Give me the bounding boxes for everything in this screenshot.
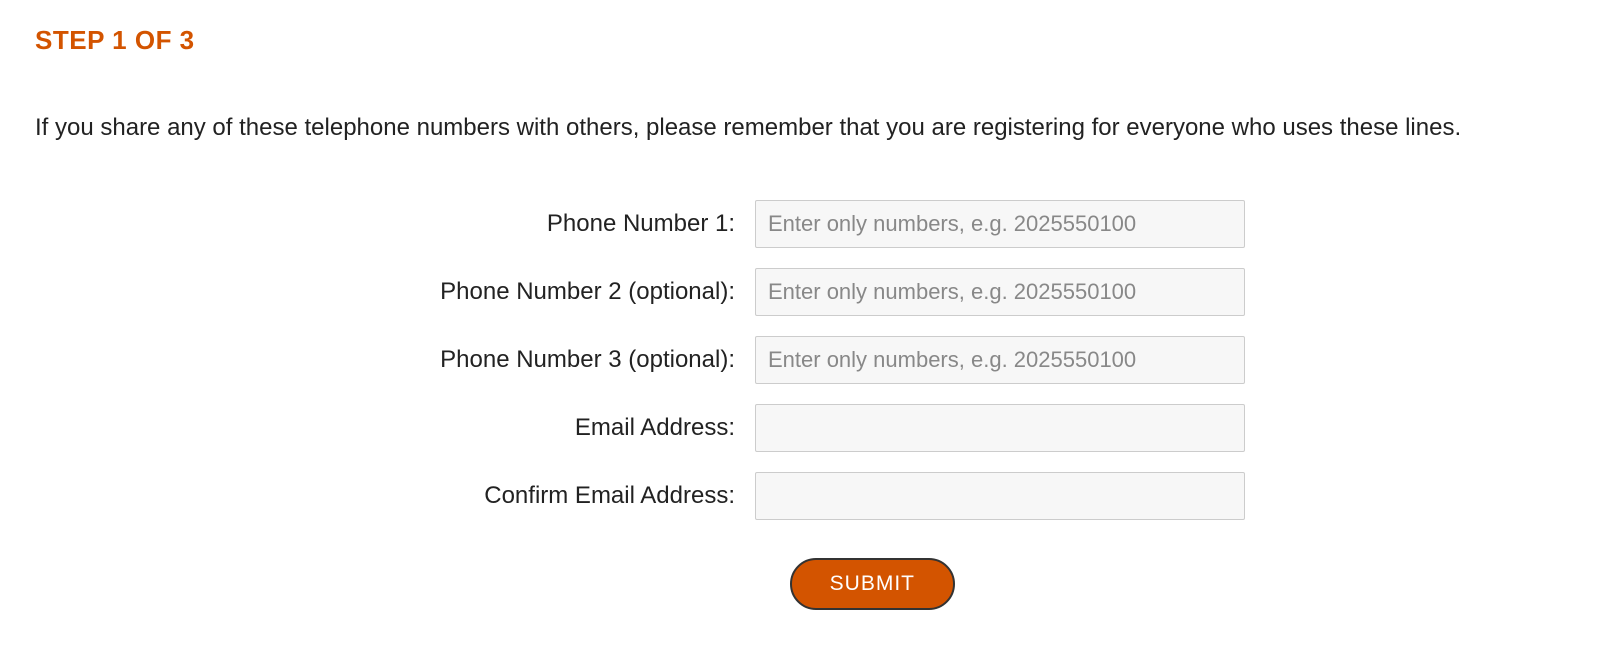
registration-form: Phone Number 1: Phone Number 2 (optional… xyxy=(35,200,1565,610)
instruction-text: If you share any of these telephone numb… xyxy=(35,111,1565,145)
submit-button[interactable]: SUBMIT xyxy=(790,558,955,610)
email-label: Email Address: xyxy=(355,414,735,442)
form-row-phone-3: Phone Number 3 (optional): xyxy=(35,336,1565,384)
form-row-email: Email Address: xyxy=(35,404,1565,452)
confirm-email-label: Confirm Email Address: xyxy=(355,482,735,510)
form-row-phone-1: Phone Number 1: xyxy=(35,200,1565,248)
phone-3-input[interactable] xyxy=(755,336,1245,384)
phone-1-input[interactable] xyxy=(755,200,1245,248)
confirm-email-input[interactable] xyxy=(755,472,1245,520)
phone-2-input[interactable] xyxy=(755,268,1245,316)
step-heading: STEP 1 OF 3 xyxy=(35,25,1565,56)
email-input[interactable] xyxy=(755,404,1245,452)
submit-row: SUBMIT xyxy=(35,558,1565,610)
phone-2-label: Phone Number 2 (optional): xyxy=(355,278,735,306)
form-row-confirm-email: Confirm Email Address: xyxy=(35,472,1565,520)
submit-wrapper: SUBMIT xyxy=(355,558,1245,610)
phone-1-label: Phone Number 1: xyxy=(355,210,735,238)
phone-3-label: Phone Number 3 (optional): xyxy=(355,346,735,374)
form-row-phone-2: Phone Number 2 (optional): xyxy=(35,268,1565,316)
